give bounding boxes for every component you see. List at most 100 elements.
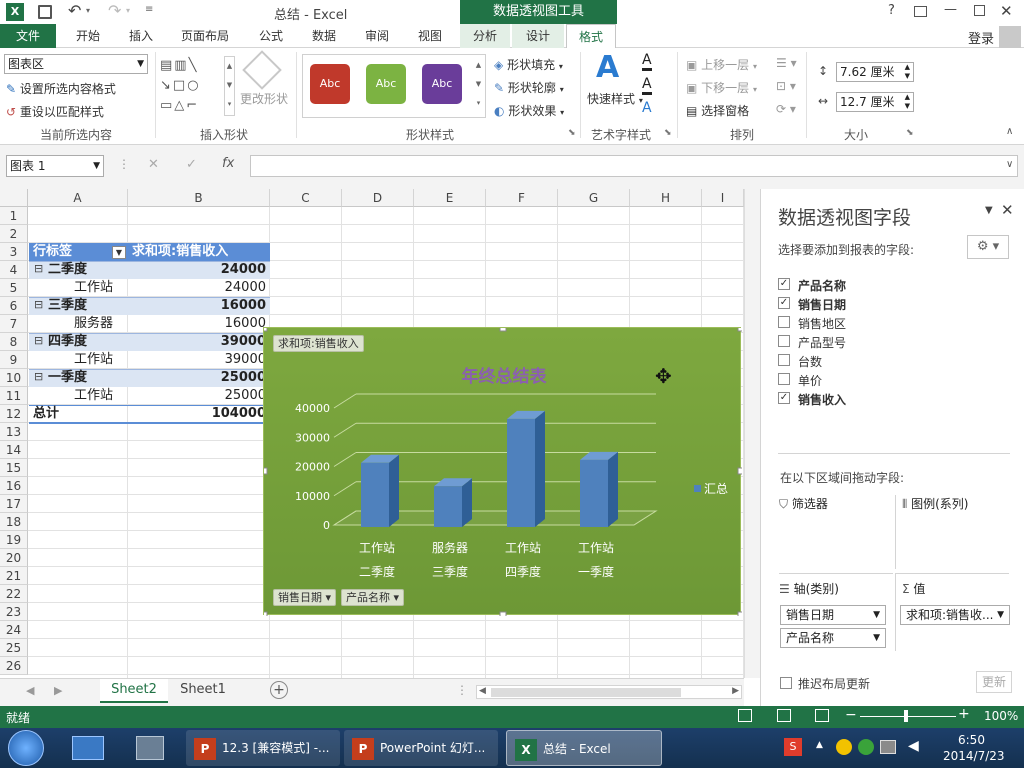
collapse-ribbon-icon[interactable]: ∧ [1006,126,1013,137]
window-switch-icon[interactable] [136,736,164,760]
field-checkbox[interactable] [778,335,790,347]
row-header[interactable]: 3 [0,243,28,261]
axis-field-button-date[interactable]: 销售日期 ▾ [273,589,337,606]
row-header[interactable]: 17 [0,495,28,513]
bar[interactable] [361,462,389,527]
vertical-scrollbar[interactable] [744,189,760,678]
restore-icon[interactable] [974,5,985,16]
row-header[interactable]: 23 [0,603,28,621]
row-header[interactable]: 16 [0,477,28,495]
ribbon-display-icon[interactable] [914,6,927,17]
quick-styles-button[interactable]: 快速样式 ▾ [587,90,643,107]
network-icon[interactable] [836,739,852,755]
pivot-row-label[interactable]: 工作站 [74,279,128,297]
text-outline-icon[interactable]: A [642,76,652,95]
clock-date[interactable]: 2014/7/23 [943,749,1005,763]
zoom-slider-thumb[interactable] [904,710,908,722]
save-icon[interactable] [38,5,52,19]
dialog-launcher-icon[interactable]: ⬊ [568,128,576,138]
row-header[interactable]: 19 [0,531,28,549]
row-header[interactable]: 13 [0,423,28,441]
page-break-view-icon[interactable] [815,709,829,722]
tab-page-layout[interactable]: 页面布局 [172,24,238,48]
group-icon[interactable]: ⊡ ▾ [776,79,796,93]
pivot-row-value[interactable]: 25000 [128,369,266,387]
legend-label[interactable]: 汇总 [704,482,728,496]
field-item[interactable]: 产品型号 [778,334,846,351]
sheet-tab-sheet2[interactable]: Sheet2 [100,679,168,703]
pivot-row-label[interactable]: 四季度 [48,333,128,351]
row-header[interactable]: 7 [0,315,28,333]
align-icon[interactable]: ☰ ▾ [776,56,797,70]
taskbar-item-powerpoint[interactable]: P PowerPoint 幻灯... [344,730,498,766]
oval-shape-icon[interactable]: ○ [187,78,200,93]
shape-style-red[interactable]: Abc [310,64,350,104]
selection-pane-button[interactable]: ▤ 选择窗格 [686,102,749,119]
pivot-row-label[interactable]: 服务器 [74,315,128,333]
row-header[interactable]: 26 [0,657,28,675]
bar[interactable] [507,418,535,527]
pivot-row-value[interactable]: 16000 [128,315,266,333]
zoom-level[interactable]: 100% [984,709,1018,723]
send-backward-button[interactable]: ▣ 下移一层 ▾ [686,79,757,96]
width-input[interactable]: 12.7 厘米 ▲ ▼ [836,92,914,112]
text-effects-icon[interactable]: A [642,100,652,116]
start-button-icon[interactable] [8,730,44,766]
tools-gear-button[interactable]: ⚙ ▾ [967,235,1009,259]
tab-formulas[interactable]: 公式 [248,24,294,48]
field-item[interactable]: 台数 [778,353,822,370]
show-hidden-icons-icon[interactable]: ▲ [816,740,823,750]
pivot-header-value[interactable]: 求和项:销售收入 [128,243,270,261]
sheet-tab-sheet1[interactable]: Sheet1 [170,679,236,703]
resize-handle[interactable] [499,611,507,616]
formula-input[interactable] [250,155,1018,177]
pivot-row-value[interactable]: 25000 [128,387,266,405]
legend-area[interactable]: ⦀ 图例(系列) [895,495,1009,569]
row-header[interactable]: 2 [0,225,28,243]
tab-review[interactable]: 审阅 [354,24,400,48]
pane-options-icon[interactable]: ▼ [985,205,993,216]
pivot-row-label[interactable]: 工作站 [74,387,128,405]
redo-dropdown-icon[interactable]: ▾ [126,6,130,15]
update-button[interactable]: 更新 [976,671,1012,693]
pivot-row-value[interactable]: 24000 [128,261,266,279]
undo-icon[interactable]: ↶ [68,1,81,20]
tab-file[interactable]: 文件 [0,24,56,48]
shape-fill-button[interactable]: ◈ 形状填充 ▾ [494,56,563,73]
shape-style-green[interactable]: Abc [366,64,406,104]
tab-home[interactable]: 开始 [65,24,111,48]
height-input[interactable]: 7.62 厘米 ▲ ▼ [836,62,914,82]
add-sheet-icon[interactable]: + [270,681,288,699]
signin-link[interactable]: 登录 [968,28,994,47]
column-header[interactable]: G [558,189,630,207]
zoom-out-icon[interactable]: − [845,707,857,723]
resize-handle[interactable] [264,328,268,332]
textbox-shape-icon[interactable]: ▤ [160,58,174,73]
resize-handle[interactable] [264,467,268,475]
field-checkbox[interactable] [778,354,790,366]
row-header[interactable]: 21 [0,567,28,585]
connector-shape-icon[interactable]: ⌐ [186,98,199,113]
column-header[interactable]: D [342,189,414,207]
name-box[interactable]: 图表 1 ▼ [6,155,104,177]
row-header[interactable]: 12 [0,405,28,423]
row-header[interactable]: 9 [0,351,28,369]
vertical-textbox-icon[interactable]: ▥ [174,58,188,73]
security-icon[interactable] [858,739,874,755]
tab-design[interactable]: 设计 [512,24,564,48]
chart-elements-dropdown[interactable]: 图表区 ▼ [4,54,148,74]
collapse-icon[interactable]: ⊟ [34,334,43,347]
row-header[interactable]: 22 [0,585,28,603]
pivot-row-label[interactable]: 工作站 [74,351,128,369]
zoom-in-icon[interactable]: + [958,706,970,722]
line-shape-icon[interactable]: ╲ [189,58,199,73]
filter-area[interactable]: ⛉ 筛选器 [779,495,893,569]
axis-item-product[interactable]: 产品名称 ▼ [780,628,886,648]
field-item[interactable]: ✓ 销售收入 [778,391,846,408]
scroll-thumb[interactable] [491,688,681,697]
shapes-scroll-icon[interactable]: ▲ ▼ ▾ [224,56,235,116]
dialog-launcher-icon[interactable]: ⬊ [906,128,914,138]
field-item[interactable]: 销售地区 [778,315,846,332]
normal-view-icon[interactable] [738,709,752,722]
enter-icon[interactable]: ✓ [186,157,197,172]
